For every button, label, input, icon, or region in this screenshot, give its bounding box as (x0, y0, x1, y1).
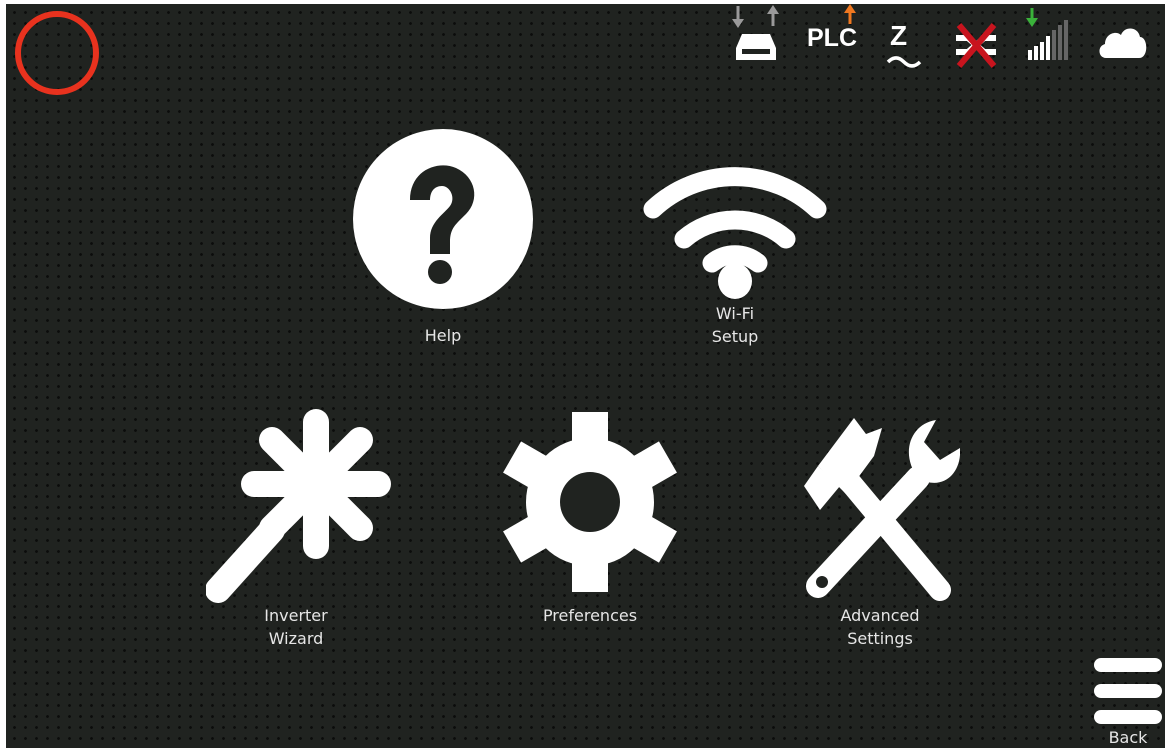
disconnected-icon (950, 20, 1002, 70)
preferences-button[interactable]: Preferences (498, 408, 682, 630)
gear-icon (503, 412, 677, 592)
back-label: Back (1108, 728, 1148, 747)
wifi-setup-label: Wi-Fi Setup (711, 304, 759, 346)
inverter-wizard-label: Inverter Wizard (264, 606, 328, 648)
advanced-settings-label: Advanced Settings (840, 606, 920, 648)
magic-wand-icon (206, 409, 391, 603)
preferences-label: Preferences (542, 606, 638, 625)
question-icon (353, 129, 533, 309)
advanced-settings-button[interactable]: Advanced Settings (800, 408, 960, 654)
storage-icon (728, 4, 788, 66)
cloud-icon (1096, 22, 1148, 62)
signal-strength-icon (1022, 6, 1072, 64)
plc-label: PLC (807, 24, 857, 52)
wifi-icon (643, 167, 827, 299)
hamburger-icon (1094, 658, 1162, 724)
tools-icon (804, 418, 960, 601)
inverter-wizard-button[interactable]: Inverter Wizard (206, 408, 396, 654)
help-button[interactable]: Help (352, 128, 534, 348)
home-indicator-icon[interactable] (12, 7, 102, 99)
wifi-setup-button[interactable]: Wi-Fi Setup (642, 145, 828, 350)
back-button[interactable]: Back (1092, 656, 1164, 748)
home-screen: PLC Z Help Wi-Fi Setup Inverter Wizard P… (6, 4, 1165, 748)
help-label: Help (424, 326, 462, 345)
plc-icon: PLC (804, 4, 864, 56)
